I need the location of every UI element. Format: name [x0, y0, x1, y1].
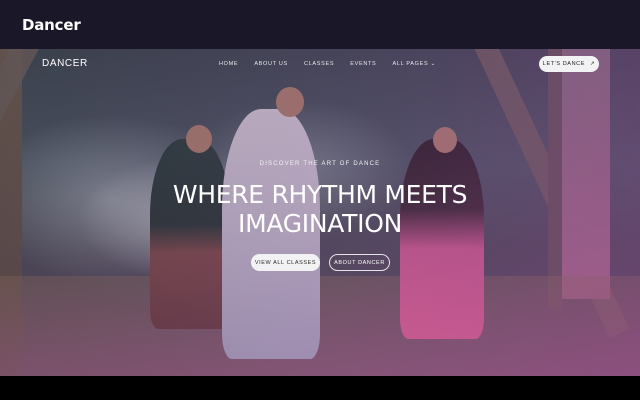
- site-navigation: DANCER HOME ABOUT US CLASSES EVENTS ALL …: [0, 49, 640, 81]
- nav-link-home[interactable]: HOME: [219, 61, 238, 67]
- bottom-bar: [0, 376, 640, 400]
- view-all-classes-button[interactable]: VIEW ALL CLASSES: [251, 254, 320, 271]
- about-dancer-button[interactable]: ABOUT DANCER: [329, 254, 390, 271]
- site-logo[interactable]: DANCER: [42, 58, 88, 69]
- nav-link-about-us[interactable]: ABOUT US: [254, 61, 288, 67]
- lets-dance-button[interactable]: LET'S DANCE ↗: [539, 56, 599, 72]
- lets-dance-label: LET'S DANCE: [542, 61, 585, 67]
- nav-link-all-pages[interactable]: ALL PAGES ⌄: [392, 61, 436, 67]
- hero-headline-line-1: WHERE RHYTHM MEETS: [172, 180, 468, 209]
- nav-links: HOME ABOUT US CLASSES EVENTS ALL PAGES ⌄: [219, 61, 436, 67]
- nav-link-classes[interactable]: CLASSES: [304, 61, 334, 67]
- nav-link-events[interactable]: EVENTS: [350, 61, 376, 67]
- hero-eyebrow: DISCOVER THE ART OF DANCE: [259, 161, 381, 167]
- hero-headline-line-2: IMAGINATION: [238, 209, 402, 238]
- hero-headline: WHERE RHYTHM MEETS IMAGINATION: [0, 180, 640, 238]
- window-title: Dancer: [22, 15, 81, 34]
- arrow-up-right-icon: ↗: [589, 61, 596, 67]
- window-title-bar: Dancer: [0, 0, 640, 49]
- hero-actions: VIEW ALL CLASSES ABOUT DANCER: [251, 254, 390, 271]
